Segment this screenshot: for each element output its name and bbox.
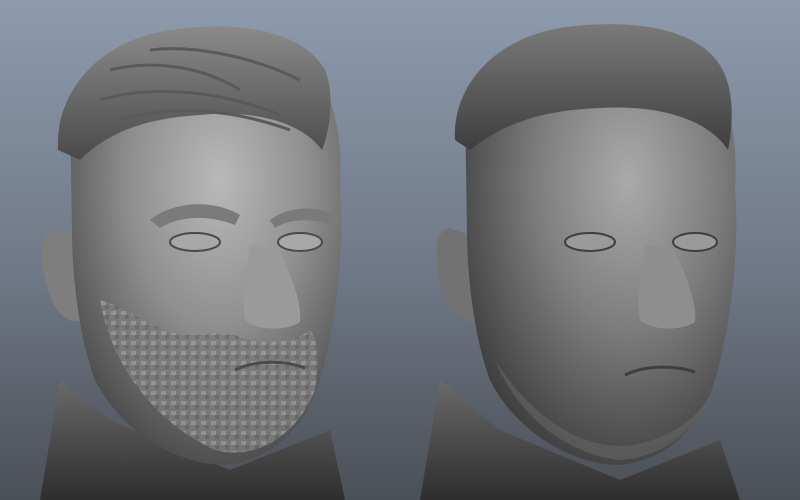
viewport-canvas — [40, 24, 740, 500]
eye-left-1 — [169, 232, 221, 252]
eye-right-1 — [564, 232, 616, 252]
head-model-smooth[interactable] — [420, 24, 740, 500]
eye-left-2 — [277, 232, 323, 252]
3d-viewport[interactable] — [0, 0, 800, 500]
eye-right-2 — [672, 232, 718, 252]
head-model-bearded[interactable] — [40, 26, 345, 500]
